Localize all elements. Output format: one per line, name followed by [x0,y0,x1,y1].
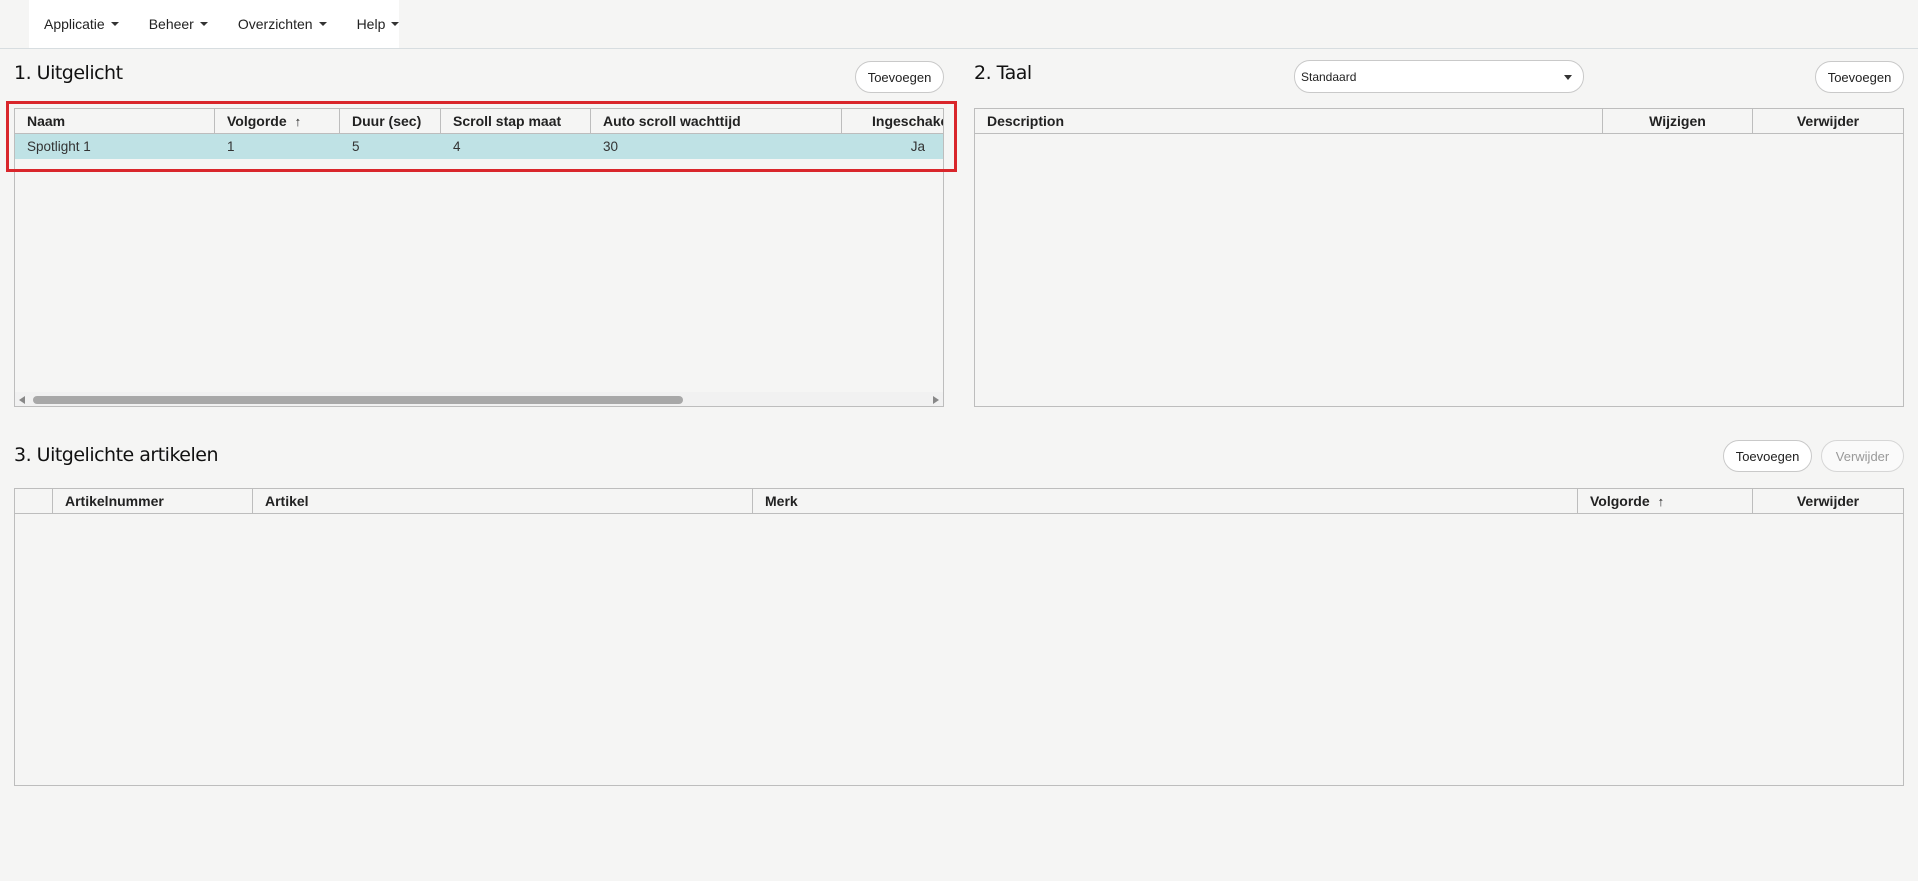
top-navbar: Applicatie Beheer Overzichten Help [0,0,1918,49]
artikelen-add-button[interactable]: Toevoegen [1723,440,1812,472]
horizontal-scrollbar[interactable] [15,392,943,406]
col-header-naam[interactable]: Naam [15,109,215,133]
col-header-verwijder[interactable]: Verwijder [1753,109,1903,133]
main-menu: Applicatie Beheer Overzichten Help [29,0,400,48]
artikelen-grid-header: Artikelnummer Artikel Merk Volgorde ↑ Ver… [15,489,1903,514]
cell-volgorde: 1 [227,139,235,154]
arrow-up-icon: ↑ [1657,494,1665,509]
uitgelicht-add-button[interactable]: Toevoegen [855,61,944,93]
col-header-wijzigen[interactable]: Wijzigen [1603,109,1753,133]
language-select[interactable]: Standaard [1294,60,1584,93]
col-header-artikelnummer[interactable]: Artikelnummer [53,489,253,513]
scrollbar-thumb[interactable] [33,396,683,404]
caret-down-icon [318,22,327,26]
uitgelicht-grid: Naam Volgorde ↑ Duur (sec) Scroll stap ma… [14,108,944,407]
language-select-value: Standaard [1301,69,1357,84]
menu-applicatie-label: Applicatie [44,16,105,32]
col-header-volgorde[interactable]: Volgorde ↑ [1578,489,1753,513]
menu-help-label: Help [356,16,386,32]
col-header-description[interactable]: Description [975,109,1603,133]
cell-scroll-stap: 4 [453,139,461,154]
menu-applicatie[interactable]: Applicatie [44,16,119,32]
section-taal-title: 2. Taal [974,62,1032,84]
scroll-right-icon[interactable] [933,396,939,404]
menu-overzichten-label: Overzichten [237,16,313,32]
scroll-left-icon[interactable] [19,396,25,404]
caret-down-icon [110,22,119,26]
menu-help[interactable]: Help [357,16,400,32]
col-header-scroll-stap[interactable]: Scroll stap maat [441,109,591,133]
table-row[interactable]: Spotlight 1 1 5 4 30 Ja [15,134,943,159]
caret-down-icon [391,22,400,26]
col-header-artikel[interactable]: Artikel [253,489,753,513]
col-header-ingeschakeld[interactable]: Ingeschakel [842,109,943,133]
artikelen-grid: Artikelnummer Artikel Merk Volgorde ↑ Ver… [14,488,1904,786]
cell-ingeschakeld: Ja [910,139,925,154]
taal-add-button[interactable]: Toevoegen [1815,61,1904,93]
artikelen-remove-button[interactable]: Verwijder [1821,440,1904,472]
caret-down-icon [199,22,208,26]
col-header-duur[interactable]: Duur (sec) [340,109,441,133]
chevron-down-icon [1564,75,1572,80]
taal-grid: Description Wijzigen Verwijder [974,108,1904,407]
taal-grid-header: Description Wijzigen Verwijder [975,109,1903,134]
menu-overzichten[interactable]: Overzichten [238,16,327,32]
col-header-merk[interactable]: Merk [753,489,1578,513]
cell-naam: Spotlight 1 [27,139,91,154]
cell-duur: 5 [352,139,360,154]
menu-beheer[interactable]: Beheer [149,16,208,32]
menu-beheer-label: Beheer [148,16,194,32]
col-header-volgorde[interactable]: Volgorde ↑ [215,109,340,133]
col-header-wachttijd[interactable]: Auto scroll wachttijd [591,109,842,133]
arrow-up-icon: ↑ [294,114,302,129]
cell-wachttijd: 30 [603,139,619,154]
uitgelicht-grid-header: Naam Volgorde ↑ Duur (sec) Scroll stap ma… [15,109,943,134]
section-uitgelicht-title: 1. Uitgelicht [14,62,123,84]
col-header-select[interactable] [15,489,53,513]
section-artikelen-title: 3. Uitgelichte artikelen [14,444,219,466]
col-header-verwijder[interactable]: Verwijder [1753,489,1903,513]
